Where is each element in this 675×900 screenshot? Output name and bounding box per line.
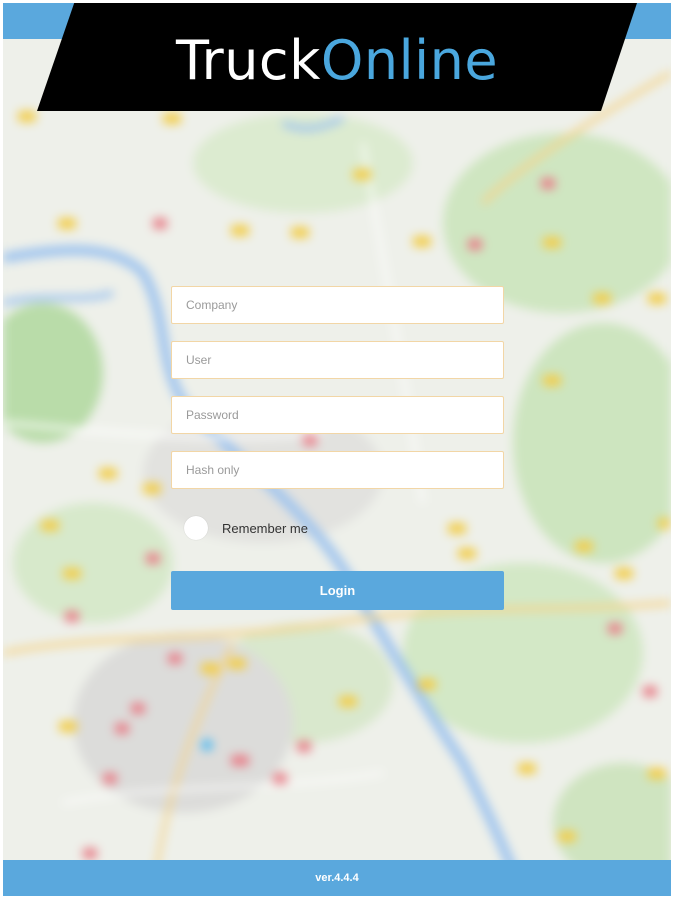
hash-input[interactable]	[171, 451, 504, 489]
user-input[interactable]	[171, 341, 504, 379]
password-input[interactable]	[171, 396, 504, 434]
logo: TruckOnline	[3, 29, 671, 92]
login-screen: TruckOnline Remember me Login ver.4.4.4	[3, 3, 671, 896]
logo-text-truck: Truck	[175, 29, 321, 92]
company-input[interactable]	[171, 286, 504, 324]
version-label: ver.4.4.4	[315, 872, 359, 884]
footer-bar: ver.4.4.4	[3, 860, 671, 896]
logo-text-online: Online	[320, 29, 499, 92]
login-button[interactable]: Login	[171, 571, 504, 610]
background-map	[3, 3, 671, 896]
remember-me-radio[interactable]	[184, 516, 208, 540]
remember-me-row[interactable]: Remember me	[184, 515, 308, 541]
remember-me-label: Remember me	[222, 520, 308, 536]
